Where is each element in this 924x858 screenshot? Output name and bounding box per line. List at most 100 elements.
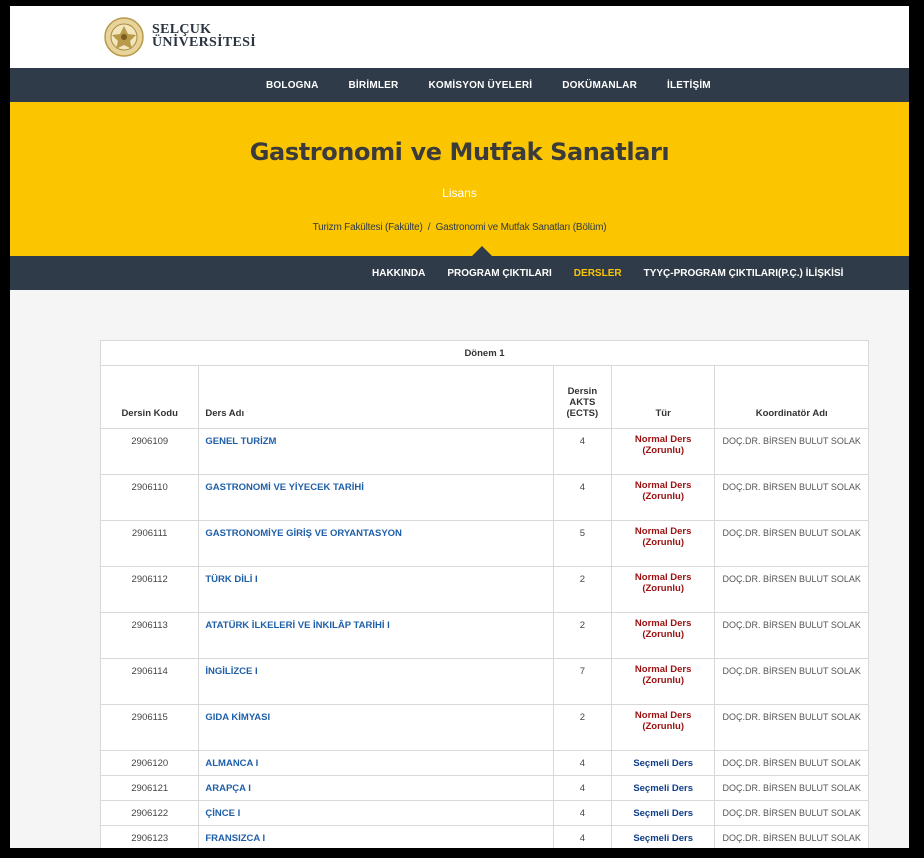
table-row: 2906120 ALMANCA I 4 Seçmeli Ders DOÇ.DR. BİR… [99, 750, 869, 776]
table-row: 2906109 GENEL TURİZM 4 Normal Ders (Zorunlu)… [99, 428, 869, 475]
course-coordinator: DOÇ.DR. BİRSEN BULUT SOLAK [714, 775, 869, 801]
course-code: 2906121 [99, 775, 200, 801]
course-type: Normal Ders (Zorunlu) [610, 474, 716, 521]
course-name-link[interactable]: ATATÜRK İLKELERİ VE İNKILÂP TARİHİ I [205, 620, 389, 631]
course-coordinator: DOÇ.DR. BİRSEN BULUT SOLAK [714, 704, 869, 751]
breadcrumb-department[interactable]: Gastronomi ve Mutfak Sanatları (Bölüm) [436, 222, 607, 233]
course-name-cell: FRANSIZCA I [198, 825, 554, 848]
table-row: 2906115 GIDA KİMYASI 2 Normal Ders (Zorunlu)… [99, 704, 869, 751]
table-row: 2906121 ARAPÇA I 4 Seçmeli Ders DOÇ.DR. BİRS… [99, 775, 869, 801]
course-type: Seçmeli Ders [610, 800, 716, 826]
top-nav-dokumanlar[interactable]: DOKÜMANLAR [562, 80, 637, 91]
course-type: Seçmeli Ders [610, 825, 716, 848]
course-code: 2906109 [99, 428, 200, 475]
top-nav: BOLOGNA BİRİMLER KOMİSYON ÜYELERİ DOKÜMA… [10, 68, 909, 102]
courses-table-body: 2906109 GENEL TURİZM 4 Normal Ders (Zorunlu)… [99, 428, 869, 848]
course-type: Seçmeli Ders [610, 750, 716, 776]
course-type-line2: (Zorunlu) [642, 537, 684, 548]
course-coordinator: DOÇ.DR. BİRSEN BULUT SOLAK [714, 750, 869, 776]
course-coordinator: DOÇ.DR. BİRSEN BULUT SOLAK [714, 474, 869, 521]
course-akts: 7 [552, 658, 612, 705]
table-row: 2906110 GASTRONOMİ VE YİYECEK TARİHİ 4 Norm… [99, 474, 869, 521]
top-nav-birimler[interactable]: BİRİMLER [349, 80, 399, 91]
course-name-link[interactable]: GASTRONOMİ VE YİYECEK TARİHİ [205, 482, 364, 493]
course-coordinator: DOÇ.DR. BİRSEN BULUT SOLAK [714, 566, 869, 613]
tab-tyyc-iliskisi[interactable]: TYYÇ-PROGRAM ÇIKTILARI(P.Ç.) İLİŞKİSİ [644, 268, 844, 279]
table-row: 2906122 ÇİNCE I 4 Seçmeli Ders DOÇ.DR. BİRSE… [99, 800, 869, 826]
program-hero: Gastronomi ve Mutfak Sanatları Lisans Tu… [10, 102, 909, 256]
course-akts: 4 [552, 474, 612, 521]
breadcrumb-faculty[interactable]: Turizm Fakültesi (Fakülte) [313, 222, 423, 233]
courses-table-wrapper: Dönem 1 Dersin Kodu Ders Adı Dersin AKTS… [99, 340, 869, 848]
course-akts: 4 [552, 800, 612, 826]
course-coordinator: DOÇ.DR. BİRSEN BULUT SOLAK [714, 428, 869, 475]
course-code: 2906111 [99, 520, 200, 567]
course-name-link[interactable]: ALMANCA I [205, 758, 258, 769]
course-akts: 2 [552, 566, 612, 613]
course-code: 2906123 [99, 825, 200, 848]
table-row: 2906113 ATATÜRK İLKELERİ VE İNKILÂP TARİH… [99, 612, 869, 659]
header-type: Tür [610, 365, 716, 429]
table-row: 2906112 TÜRK DİLİ I 2 Normal Ders (Zorunlu) D… [99, 566, 869, 613]
course-name-cell: ARAPÇA I [198, 775, 554, 801]
course-type-line1: Normal Ders [634, 526, 692, 537]
course-type-line1: Normal Ders [634, 572, 692, 583]
course-type: Seçmeli Ders [610, 775, 716, 801]
course-type-line1: Seçmeli Ders [633, 782, 693, 794]
course-type-line1: Seçmeli Ders [633, 832, 693, 844]
tab-dersler[interactable]: DERSLER [574, 268, 622, 279]
top-nav-bologna[interactable]: BOLOGNA [266, 80, 319, 91]
course-name-link[interactable]: TÜRK DİLİ I [205, 574, 257, 585]
program-sub-nav: HAKKINDA PROGRAM ÇIKTILARI DERSLER TYYÇ-… [10, 256, 909, 290]
table-row: 2906111 GASTRONOMİYE GİRİŞ VE ORYANTASYON… [99, 520, 869, 567]
course-type-line1: Seçmeli Ders [633, 807, 693, 819]
course-name-link[interactable]: İNGİLİZCE I [205, 666, 257, 677]
course-name-link[interactable]: FRANSIZCA I [205, 833, 265, 844]
table-row: 2906114 İNGİLİZCE I 7 Normal Ders (Zorunlu) D… [99, 658, 869, 705]
logo-line2: ÜNİVERSİTESİ [152, 35, 256, 50]
university-logo-text[interactable]: SELÇUK ÜNİVERSİTESİ [152, 23, 256, 50]
course-code: 2906122 [99, 800, 200, 826]
course-coordinator: DOÇ.DR. BİRSEN BULUT SOLAK [714, 825, 869, 848]
course-name-cell: TÜRK DİLİ I [198, 566, 554, 613]
top-nav-iletisim[interactable]: İLETİŞİM [667, 80, 711, 91]
header-akts-line3: (ECTS) [566, 408, 599, 419]
course-type-line1: Normal Ders [634, 710, 692, 721]
course-type-line1: Normal Ders [634, 434, 692, 445]
course-type-line2: (Zorunlu) [642, 491, 684, 502]
course-name-link[interactable]: ÇİNCE I [205, 808, 240, 819]
course-type: Normal Ders (Zorunlu) [610, 566, 716, 613]
course-name-link[interactable]: GENEL TURİZM [205, 436, 276, 447]
tab-program-ciktilari[interactable]: PROGRAM ÇIKTILARI [447, 268, 551, 279]
course-name-link[interactable]: GASTRONOMİYE GİRİŞ VE ORYANTASYON [205, 528, 402, 539]
course-akts: 2 [552, 612, 612, 659]
course-code: 2906113 [99, 612, 200, 659]
course-akts: 4 [552, 825, 612, 848]
course-name-cell: İNGİLİZCE I [198, 658, 554, 705]
university-seal-icon[interactable] [102, 16, 146, 58]
course-type-line1: Seçmeli Ders [633, 757, 693, 769]
header-akts-line2: AKTS [569, 397, 596, 408]
course-type-line1: Normal Ders [634, 480, 692, 491]
course-name-cell: ÇİNCE I [198, 800, 554, 826]
course-akts: 4 [552, 775, 612, 801]
breadcrumb: Turizm Fakültesi (Fakülte) / Gastronomi … [10, 222, 909, 233]
header-akts: Dersin AKTS (ECTS) [552, 365, 612, 429]
course-coordinator: DOÇ.DR. BİRSEN BULUT SOLAK [714, 658, 869, 705]
course-name-cell: GASTRONOMİ VE YİYECEK TARİHİ [198, 474, 554, 521]
header-akts-line1: Dersin [567, 386, 598, 397]
tab-hakkinda[interactable]: HAKKINDA [372, 268, 425, 279]
course-type: Normal Ders (Zorunlu) [610, 658, 716, 705]
course-coordinator: DOÇ.DR. BİRSEN BULUT SOLAK [714, 800, 869, 826]
course-name-link[interactable]: ARAPÇA I [205, 783, 251, 794]
course-name-link[interactable]: GIDA KİMYASI [205, 712, 270, 723]
course-code: 2906112 [99, 566, 200, 613]
course-akts: 5 [552, 520, 612, 567]
period-title: Dönem 1 [100, 340, 869, 366]
top-nav-komisyon[interactable]: KOMİSYON ÜYELERİ [428, 80, 532, 91]
course-coordinator: DOÇ.DR. BİRSEN BULUT SOLAK [714, 612, 869, 659]
course-coordinator: DOÇ.DR. BİRSEN BULUT SOLAK [714, 520, 869, 567]
course-code: 2906110 [99, 474, 200, 521]
page-title: Gastronomi ve Mutfak Sanatları [249, 138, 670, 166]
course-type-line1: Normal Ders [634, 664, 692, 675]
